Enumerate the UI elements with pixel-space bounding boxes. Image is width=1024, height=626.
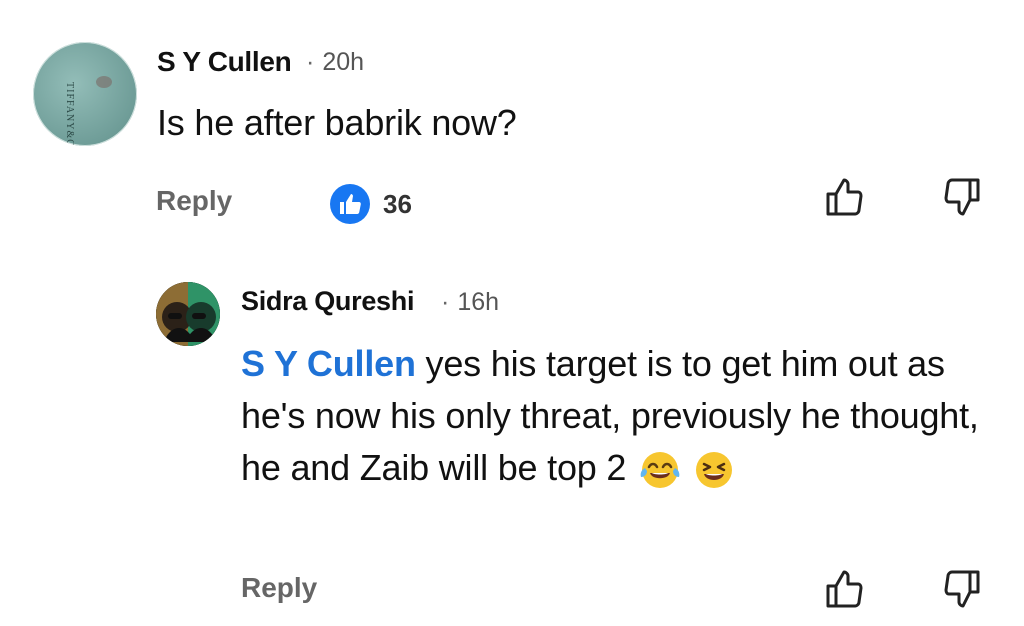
avatar[interactable] [156,282,220,346]
avatar-brand-text: TIFFANY&CO. [64,82,75,146]
comment-timestamp: 20h [322,48,365,76]
thumb-down-icon[interactable] [938,566,984,612]
reply-button[interactable]: Reply [156,185,232,217]
separator-dot: · [306,48,315,76]
thumb-up-icon[interactable] [822,174,868,220]
separator-dot: · [441,288,450,316]
reply-text-block: S Y Cullen yes his target is to get him … [241,338,981,494]
reply-button[interactable]: Reply [241,572,317,604]
face-with-tears-of-joy-icon [640,450,680,490]
comment-time: · 20h [306,48,364,77]
comment-author[interactable]: S Y Cullen [157,46,292,78]
avatar[interactable]: TIFFANY&CO. [33,42,137,146]
avatar-mark [96,76,112,88]
reply-author[interactable]: Sidra Qureshi [241,286,414,317]
like-count: 36 [383,189,412,219]
reply-timestamp: 16h [457,288,500,316]
thumb-down-icon[interactable] [938,174,984,220]
grinning-squinting-face-icon [694,450,734,490]
reply-time: · 16h [441,288,499,317]
like-badge-icon [330,184,370,224]
mention-link[interactable]: S Y Cullen [241,343,416,384]
comment-text: Is he after babrik now? [157,102,517,143]
thumb-up-icon[interactable] [822,566,868,612]
